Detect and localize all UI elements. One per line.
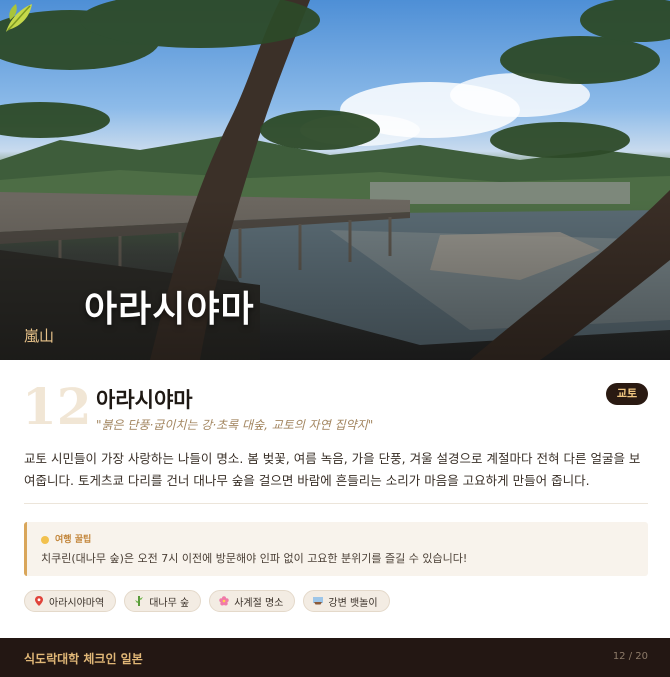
spot-number: 12 — [22, 377, 92, 436]
page-indicator: 12 / 20 — [612, 651, 648, 662]
tag-station[interactable]: 아라시야마역 — [24, 590, 117, 612]
tag-bamboo[interactable]: 대나무 숲 — [124, 590, 202, 612]
tag-label: 강변 뱃놀이 — [328, 597, 378, 609]
tag-list: 아라시야마역 대나무 숲 사계절 명소 강변 뱃놀이 — [24, 590, 390, 612]
blossom-icon — [219, 596, 229, 606]
tag-label: 대나무 숲 — [149, 597, 190, 609]
lightbulb-icon — [41, 535, 49, 544]
footer: 식도락대학 체크인 일본 12 / 20 — [0, 638, 670, 677]
tip-label: 여행 꿀팁 — [55, 535, 92, 545]
bamboo-icon — [135, 596, 144, 606]
tag-seasons[interactable]: 사계절 명소 — [209, 590, 296, 612]
spot-title: 아라시야마 — [96, 388, 193, 412]
tip-header: 여행 꿀팁 — [41, 532, 91, 545]
tag-label: 아라시야마역 — [49, 597, 105, 609]
tag-label: 사계절 명소 — [234, 597, 284, 609]
divider — [24, 503, 648, 504]
tag-boating[interactable]: 강변 뱃놀이 — [303, 590, 390, 612]
footer-brand: 식도락대학 체크인 일본 — [24, 652, 143, 666]
leaf-icon — [6, 4, 32, 32]
region-badge: 교토 — [606, 383, 648, 405]
spot-description: 교토 시민들이 가장 사랑하는 나들이 명소. 봄 벚꽃, 여름 녹음, 가을 … — [24, 451, 641, 488]
hero-title: 아라시야마 — [84, 289, 255, 330]
hero-kanji: 嵐山 — [24, 327, 55, 345]
pin-icon — [35, 596, 43, 606]
spot-quote: "붉은 단풍·굽이치는 강·초록 대숲, 교토의 자연 집약지" — [96, 418, 374, 432]
travel-tip-box: 여행 꿀팁 치쿠린(대나무 숲)은 오전 7시 이전에 방문해야 인파 없이 고… — [24, 522, 648, 576]
boat-icon — [313, 597, 324, 605]
tip-text: 치쿠린(대나무 숲)은 오전 7시 이전에 방문해야 인파 없이 고요한 분위기… — [41, 552, 468, 565]
hero-image: 嵐山 아라시야마 — [0, 0, 670, 360]
